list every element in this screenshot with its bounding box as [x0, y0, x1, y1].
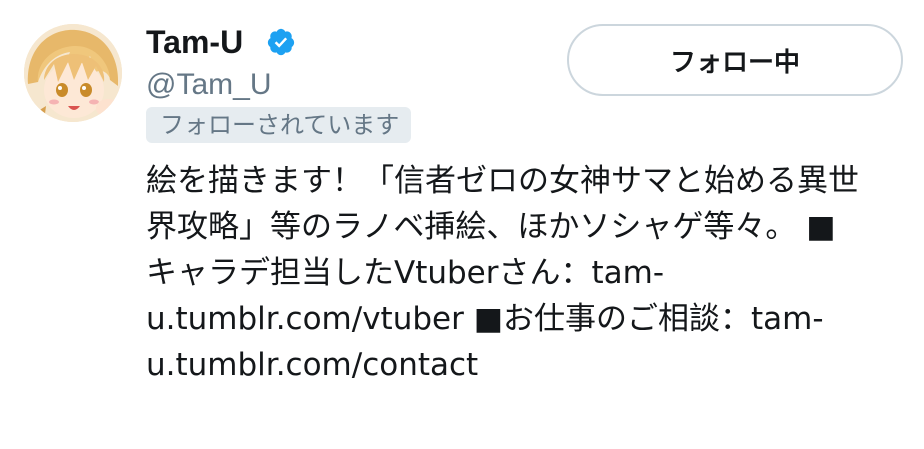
verified-badge-icon: [267, 28, 295, 56]
bio-text: ■お仕事のご相談：: [463, 301, 751, 337]
vtuber-link[interactable]: u.tumblr.com/vtuber: [146, 301, 464, 337]
bio: 絵を描きます！「信者ゼロの女神サマと始める異世 界攻略」等のラノベ挿絵、ほかソシ…: [146, 158, 916, 388]
contact-link[interactable]: tam-: [751, 301, 824, 337]
bio-line: u.tumblr.com/contact: [146, 342, 916, 388]
bio-text: キャラデ担当したVtuberさん：: [146, 255, 592, 291]
following-button[interactable]: フォロー中: [567, 24, 903, 96]
avatar[interactable]: [24, 24, 122, 122]
display-name: Tam-U: [146, 24, 244, 60]
vtuber-link[interactable]: tam-: [592, 255, 665, 291]
bio-line: 絵を描きます！「信者ゼロの女神サマと始める異世: [146, 163, 859, 199]
contact-link[interactable]: u.tumblr.com/contact: [146, 347, 478, 383]
bio-line: u.tumblr.com/vtuber ■お仕事のご相談：tam-: [146, 296, 916, 342]
user-handle: @Tam_U: [146, 68, 272, 101]
bio-line: 界攻略」等のラノベ挿絵、ほかソシャゲ等々。 ■: [146, 209, 836, 245]
bio-line: キャラデ担当したVtuberさん：tam-: [146, 250, 916, 296]
follows-you-badge: フォローされています: [146, 107, 412, 143]
